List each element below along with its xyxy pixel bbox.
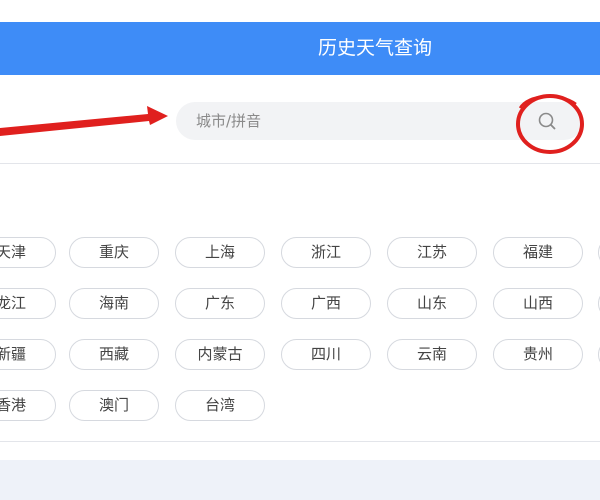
province-chip[interactable]: 云南: [387, 339, 477, 370]
page-title: 历史天气查询: [317, 37, 432, 59]
search-box: [176, 102, 583, 140]
province-chip[interactable]: 内蒙古: [175, 339, 265, 370]
province-chip[interactable]: 海南: [69, 288, 159, 319]
province-chip[interactable]: 西藏: [69, 339, 159, 370]
province-chip[interactable]: 香港: [0, 390, 56, 421]
province-chip[interactable]: 浙江: [281, 237, 371, 268]
content-panel: 天津重庆上海浙江江苏福建龙江海南广东广西山东山西新疆西藏内蒙古四川云南贵州香港澳…: [0, 75, 600, 460]
bottom-divider: [0, 441, 600, 442]
province-chip[interactable]: 广东: [175, 288, 265, 319]
province-chip[interactable]: 江苏: [387, 237, 477, 268]
province-chip[interactable]: 重庆: [69, 237, 159, 268]
province-chip[interactable]: 台湾: [175, 390, 265, 421]
province-chip[interactable]: 贵州: [493, 339, 583, 370]
province-chip[interactable]: 山西: [493, 288, 583, 319]
search-icon: [538, 112, 556, 130]
province-chip[interactable]: 新疆: [0, 339, 56, 370]
province-chip[interactable]: 龙江: [0, 288, 56, 319]
section-divider: [0, 163, 600, 164]
header-bar: 历史天气查询: [0, 22, 600, 75]
province-chip[interactable]: 上海: [175, 237, 265, 268]
province-chip[interactable]: 福建: [493, 237, 583, 268]
search-input[interactable]: [196, 102, 516, 140]
province-chip[interactable]: 广西: [281, 288, 371, 319]
search-button[interactable]: [532, 106, 562, 136]
province-chip[interactable]: 四川: [281, 339, 371, 370]
top-strip: [0, 0, 600, 22]
history-weather-page: 历史天气查询 天津重庆上海浙江江苏福建龙江海南广东广西山东山西新疆西藏内蒙古四川…: [0, 0, 600, 500]
province-chip[interactable]: 山东: [387, 288, 477, 319]
province-chip[interactable]: 澳门: [69, 390, 159, 421]
province-chip[interactable]: 天津: [0, 237, 56, 268]
